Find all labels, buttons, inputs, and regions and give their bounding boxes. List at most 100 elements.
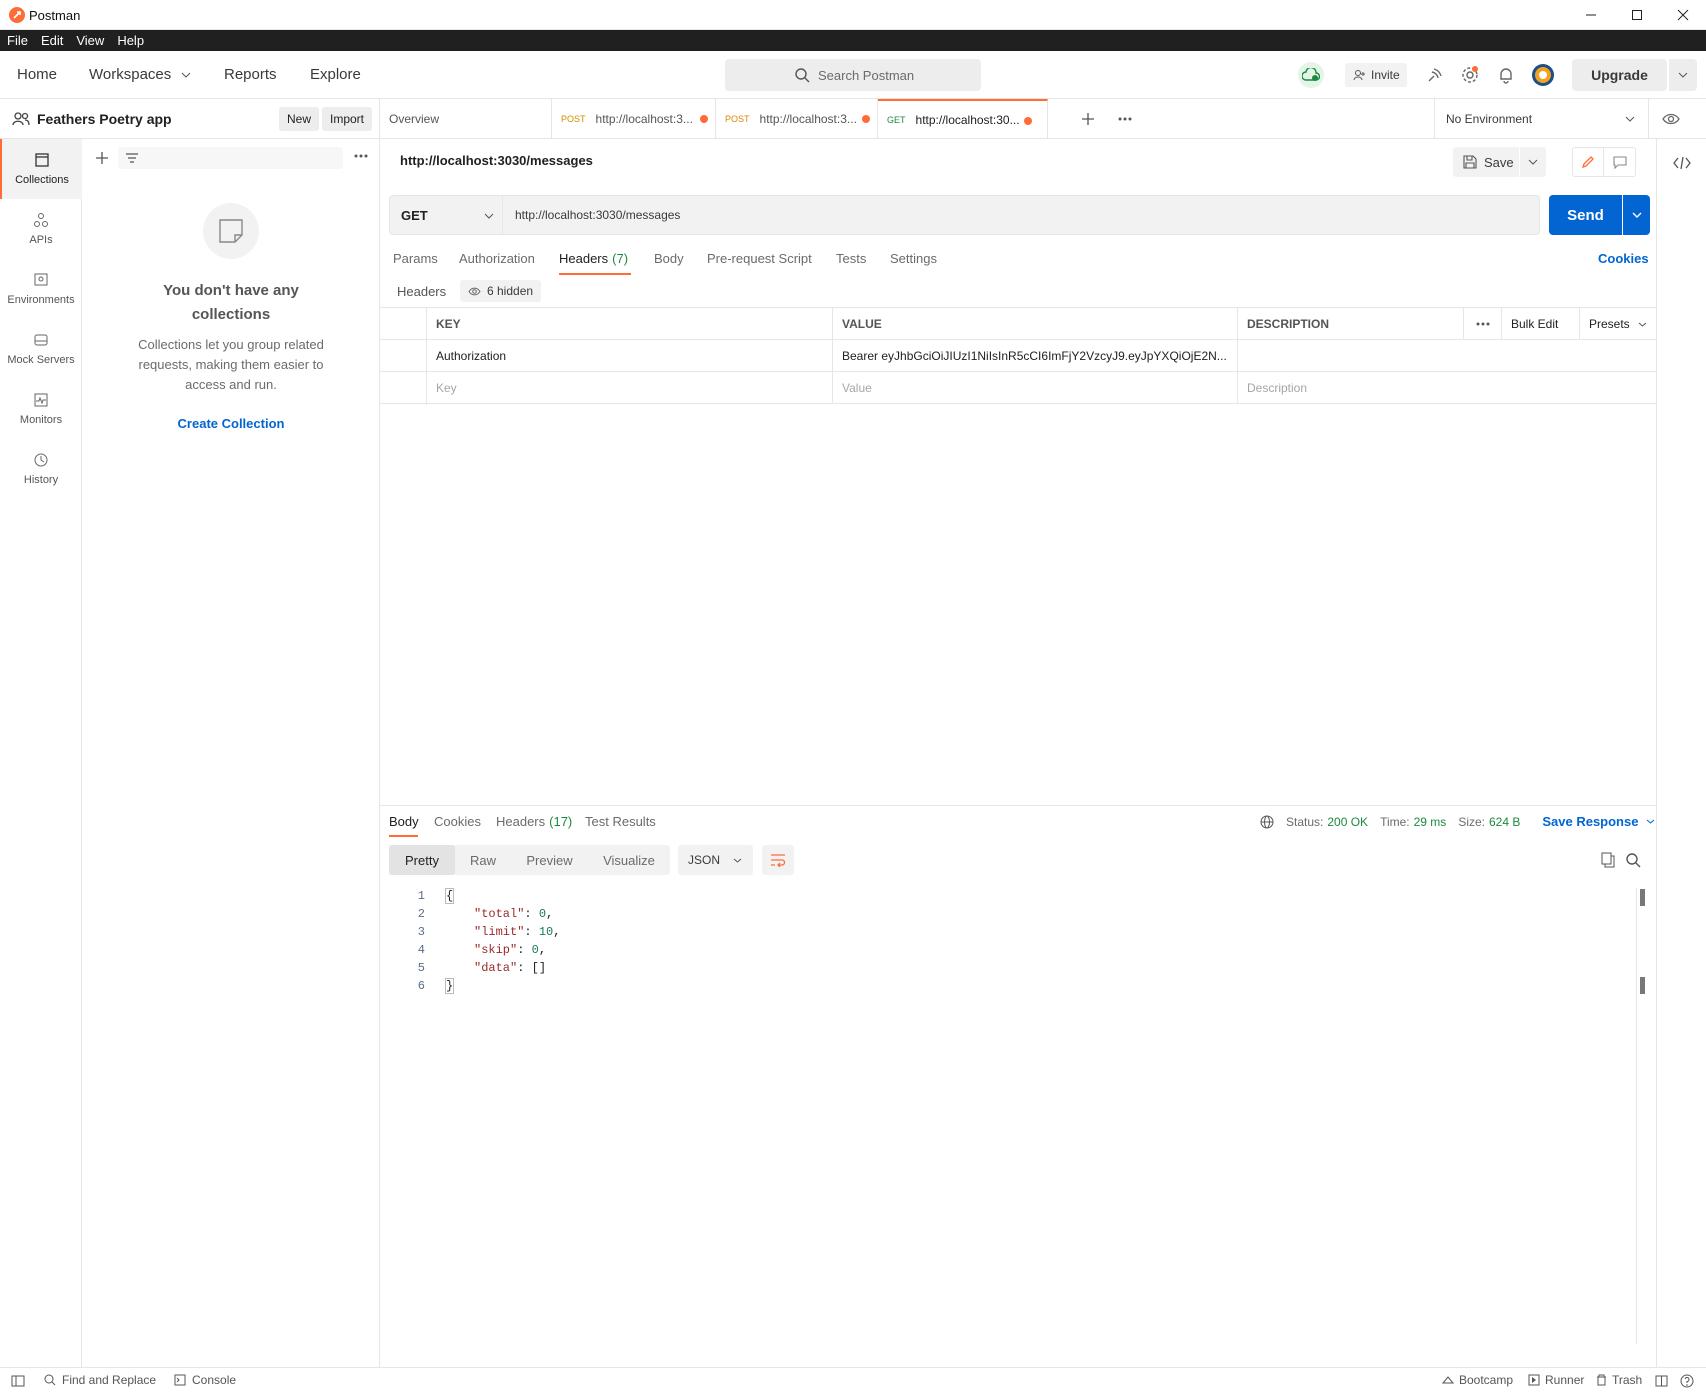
active-response-tab-indicator bbox=[389, 835, 418, 837]
runner-button[interactable]: Runner bbox=[1528, 1373, 1584, 1387]
tab-prerequest-script[interactable]: Pre-request Script bbox=[707, 251, 812, 266]
workspace-name[interactable]: Feathers Poetry app bbox=[37, 111, 172, 127]
sidebar-item-mock-servers[interactable]: Mock Servers bbox=[0, 319, 82, 379]
tab-authorization[interactable]: Authorization bbox=[459, 251, 535, 266]
bootcamp-icon bbox=[1442, 1376, 1454, 1384]
avatar[interactable] bbox=[1530, 62, 1556, 88]
tab-body[interactable]: Body bbox=[654, 251, 684, 266]
tab-tests[interactable]: Tests bbox=[836, 251, 866, 266]
new-description-input[interactable]: Description bbox=[1237, 372, 1656, 404]
upgrade-menu-button[interactable] bbox=[1669, 59, 1697, 91]
menu-file[interactable]: File bbox=[7, 30, 28, 51]
save-button[interactable]: Save bbox=[1453, 147, 1519, 177]
cookies-link[interactable]: Cookies bbox=[1598, 251, 1649, 266]
bulk-edit-button[interactable]: Bulk Edit bbox=[1501, 308, 1579, 340]
trash-button[interactable]: Trash bbox=[1596, 1373, 1642, 1387]
new-tab-icon[interactable] bbox=[1081, 112, 1095, 126]
notifications-bell-icon[interactable] bbox=[1493, 62, 1519, 88]
format-select[interactable]: JSON bbox=[678, 845, 753, 875]
settings-gear-icon[interactable] bbox=[1457, 62, 1483, 88]
request-name[interactable]: http://localhost:3030/messages bbox=[400, 153, 593, 168]
view-visualize[interactable]: Visualize bbox=[588, 853, 670, 868]
view-pretty[interactable]: Pretty bbox=[389, 845, 455, 875]
wrap-lines-button[interactable] bbox=[762, 845, 794, 875]
view-preview[interactable]: Preview bbox=[511, 853, 588, 868]
two-pane-view-icon[interactable] bbox=[1655, 1375, 1668, 1387]
response-tab-test-results[interactable]: Test Results bbox=[585, 814, 656, 829]
minimize-button[interactable] bbox=[1568, 0, 1614, 30]
sidebar-item-history[interactable]: History bbox=[0, 439, 82, 499]
url-input[interactable]: http://localhost:3030/messages bbox=[503, 195, 1540, 235]
tab-overflow-icon[interactable] bbox=[1118, 117, 1132, 121]
upgrade-button[interactable]: Upgrade bbox=[1572, 59, 1667, 91]
console-button[interactable]: Console bbox=[174, 1373, 236, 1387]
nav-explore[interactable]: Explore bbox=[310, 66, 361, 83]
toggle-sidebar-icon[interactable] bbox=[11, 1375, 25, 1387]
response-body-editor[interactable]: 1 { 2 "total": 0, 3 "limit": 10, 4 "skip… bbox=[0, 888, 1706, 999]
runner-icon[interactable] bbox=[1422, 62, 1448, 88]
table-options-button[interactable] bbox=[1463, 308, 1501, 340]
response-tab-headers[interactable]: Headers (17) bbox=[496, 814, 572, 829]
save-response-button[interactable]: Save Response bbox=[1542, 814, 1638, 829]
copy-icon[interactable] bbox=[1601, 852, 1615, 868]
header-value-cell[interactable]: Bearer eyJhbGciOiJIUzI1NiIsInR5cCI6ImFjY… bbox=[832, 340, 1237, 372]
response-tab-cookies[interactable]: Cookies bbox=[434, 814, 481, 829]
collections-panel: You don't have any collections Collectio… bbox=[82, 139, 380, 1367]
tab-settings[interactable]: Settings bbox=[890, 251, 937, 266]
tab-get-request[interactable]: GET http://localhost:30... bbox=[878, 99, 1048, 139]
maximize-button[interactable] bbox=[1614, 0, 1660, 30]
header-description-cell[interactable] bbox=[1237, 340, 1656, 372]
add-icon[interactable] bbox=[95, 151, 109, 165]
send-options-button[interactable] bbox=[1623, 195, 1650, 235]
create-collection-link[interactable]: Create Collection bbox=[122, 416, 340, 431]
add-user-icon bbox=[1353, 70, 1365, 81]
send-button[interactable]: Send bbox=[1549, 195, 1622, 235]
nav-workspaces[interactable]: Workspaces bbox=[89, 66, 191, 83]
environment-select[interactable]: No Environment bbox=[1434, 99, 1648, 139]
edit-mode-button[interactable] bbox=[1572, 147, 1604, 177]
nav-reports[interactable]: Reports bbox=[224, 66, 277, 83]
hidden-headers-toggle[interactable]: 6 hidden bbox=[460, 280, 542, 302]
editor-scrollbar[interactable] bbox=[1636, 888, 1648, 1344]
new-value-input[interactable]: Value bbox=[832, 372, 1237, 404]
sidebar-item-monitors[interactable]: Monitors bbox=[0, 379, 82, 439]
search-icon[interactable] bbox=[1626, 853, 1641, 868]
sidebar-item-environments[interactable]: Environments bbox=[0, 259, 82, 319]
nav-home[interactable]: Home bbox=[17, 66, 57, 83]
import-button[interactable]: Import bbox=[322, 107, 373, 131]
help-icon[interactable] bbox=[1680, 1374, 1694, 1388]
more-options-icon[interactable] bbox=[354, 154, 368, 158]
save-options-button[interactable] bbox=[1520, 147, 1546, 177]
globe-icon[interactable] bbox=[1260, 815, 1274, 829]
new-button[interactable]: New bbox=[279, 107, 320, 131]
invite-button[interactable]: Invite bbox=[1345, 63, 1407, 87]
sidebar-item-apis[interactable]: APIs bbox=[0, 199, 82, 259]
environments-icon bbox=[34, 273, 48, 286]
code-snippet-icon[interactable] bbox=[1673, 156, 1691, 170]
sidebar-item-collections[interactable]: Collections bbox=[0, 139, 82, 199]
menu-help[interactable]: Help bbox=[117, 30, 144, 51]
find-replace-button[interactable]: Find and Replace bbox=[44, 1373, 156, 1387]
menu-edit[interactable]: Edit bbox=[41, 30, 63, 51]
tab-post-request-2[interactable]: POST http://localhost:3... bbox=[716, 99, 878, 139]
filter-input[interactable] bbox=[118, 147, 343, 169]
bootcamp-button[interactable]: Bootcamp bbox=[1442, 1373, 1513, 1387]
tab-headers[interactable]: Headers (7) bbox=[559, 251, 628, 266]
presets-button[interactable]: Presets bbox=[1579, 308, 1656, 340]
line-number: 6 bbox=[417, 979, 425, 993]
tab-post-request-1[interactable]: POST http://localhost:3... bbox=[552, 99, 716, 139]
sync-status-icon[interactable] bbox=[1298, 62, 1324, 88]
view-raw[interactable]: Raw bbox=[455, 853, 511, 868]
close-window-button[interactable] bbox=[1660, 0, 1706, 30]
search-input[interactable]: Search Postman bbox=[725, 59, 981, 91]
code-line: } bbox=[444, 978, 455, 994]
tab-overview[interactable]: Overview bbox=[380, 99, 552, 139]
menu-view[interactable]: View bbox=[76, 30, 104, 51]
new-key-input[interactable]: Key bbox=[426, 372, 832, 404]
method-select[interactable]: GET bbox=[389, 195, 503, 235]
response-tab-body[interactable]: Body bbox=[389, 814, 419, 829]
comments-button[interactable] bbox=[1604, 147, 1636, 177]
environment-quick-look[interactable] bbox=[1648, 99, 1692, 139]
tab-params[interactable]: Params bbox=[393, 251, 438, 266]
header-key-cell[interactable]: Authorization bbox=[426, 340, 832, 372]
